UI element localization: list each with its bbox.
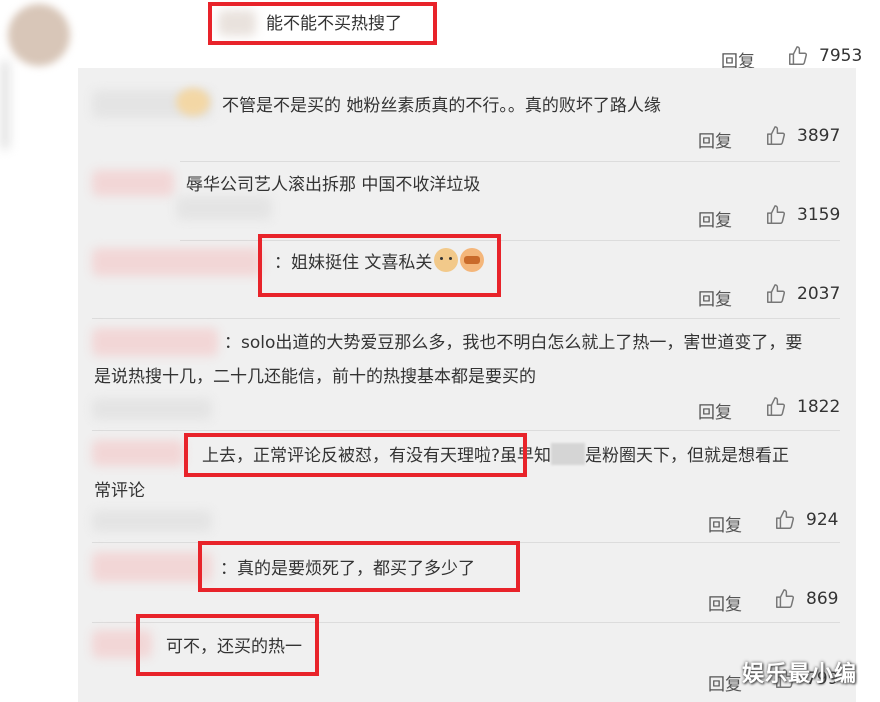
comment-text-line2: 是说热搜十几，二十几还能信，前十的热搜基本都是要买的 (94, 367, 536, 387)
comment-text-line2: 常评论 (94, 481, 145, 501)
like-count: 924 (806, 510, 839, 530)
reply-button[interactable]: 回复 (708, 590, 742, 615)
reply-button[interactable]: 回复 (708, 511, 742, 536)
blurred-username (0, 60, 10, 150)
like-button[interactable]: 924 (774, 509, 838, 531)
like-count: 1822 (797, 397, 841, 417)
avatar (176, 88, 210, 116)
thumbs-up-icon (789, 46, 808, 65)
blurred-username (92, 552, 212, 582)
divider (92, 318, 840, 319)
like-count: 7953 (819, 46, 863, 66)
blurred-avatar (92, 510, 212, 532)
like-count: 3159 (797, 205, 841, 225)
comment-text-part3: 是粉圈天下，但就是想看正 (585, 446, 790, 466)
blurred-username (92, 440, 184, 466)
reply-button[interactable]: 回复 (698, 398, 732, 423)
comment-text: 不管是不是买的 她粉丝素质真的不行。。真的败坏了路人缘 (222, 96, 661, 116)
reply-button[interactable]: 回复 (708, 670, 742, 695)
thumbs-up-icon (767, 397, 786, 416)
highlight-box (208, 2, 437, 45)
thumbs-up-icon (776, 589, 795, 608)
blurred-avatar (92, 398, 212, 420)
like-button[interactable]: 1822 (765, 396, 840, 418)
blurred-username (92, 328, 218, 356)
blurred-username (92, 248, 262, 276)
highlight-box (258, 234, 501, 297)
thumbs-up-icon (767, 284, 786, 303)
highlight-box (136, 614, 319, 676)
highlight-box (198, 541, 520, 592)
comment-text: 辱华公司艺人滚出拆那 中国不收洋垃圾 (186, 175, 481, 195)
avatar[interactable] (8, 4, 70, 66)
like-button[interactable]: 2037 (765, 283, 840, 305)
reply-button[interactable]: 回复 (698, 127, 732, 152)
like-button[interactable]: 3159 (765, 204, 840, 226)
highlight-box (184, 433, 527, 477)
like-button[interactable]: 3897 (765, 125, 840, 147)
comment-text-line1: ：solo出道的大势爱豆那么多，我也不明白怎么就上了热一，害世道变了，要 (224, 333, 803, 353)
thumbs-up-icon (767, 205, 786, 224)
reply-button[interactable]: 回复 (698, 285, 732, 310)
divider (180, 161, 840, 162)
reply-button[interactable]: 回复 (698, 206, 732, 231)
thumbs-up-icon (776, 510, 795, 529)
like-button[interactable]: 7953 (787, 45, 862, 67)
censor-block (551, 443, 586, 465)
divider (92, 430, 840, 431)
blurred-username (92, 170, 174, 196)
thumbs-up-icon (767, 126, 786, 145)
like-button[interactable]: 869 (774, 588, 838, 610)
like-count: 869 (806, 589, 839, 609)
like-count: 3897 (797, 126, 841, 146)
watermark: 娱乐最小编 (742, 662, 858, 687)
like-count: 2037 (797, 284, 841, 304)
